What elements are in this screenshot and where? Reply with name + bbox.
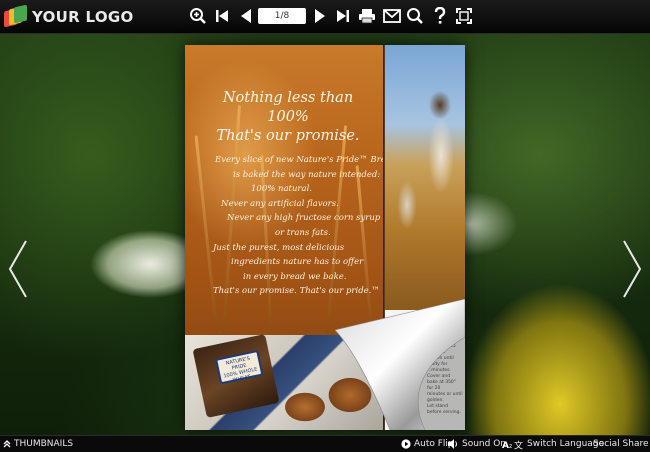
body-line: is baked the way nature intended: <box>233 169 381 180</box>
sound-toggle-button[interactable]: Sound On <box>448 438 506 450</box>
previous-page-icon[interactable] <box>236 6 256 26</box>
switch-language-button[interactable]: Az文 Switch Language <box>502 438 604 450</box>
svg-text:A: A <box>502 441 509 450</box>
social-share-button[interactable]: Social Share <box>593 438 650 450</box>
search-icon[interactable] <box>405 6 425 26</box>
page-body-text: Every slice of new Nature's Pride™ Bread… <box>207 153 385 299</box>
family-photo <box>385 45 465 310</box>
body-line: Never any high fructose corn syrup <box>227 213 381 224</box>
language-icon: Az文 <box>502 439 523 450</box>
print-icon[interactable] <box>357 6 377 26</box>
body-line: Never any artificial flavors. <box>221 198 339 209</box>
svg-text:文: 文 <box>514 439 523 450</box>
bread-bag-image: NATURE'S PRIDE 100% WHOLE WHEAT <box>192 334 280 418</box>
body-line: or trans fats. <box>275 227 331 238</box>
sound-on-label: Sound On <box>462 439 506 449</box>
speaker-icon <box>448 439 457 449</box>
fullscreen-icon[interactable] <box>454 6 474 26</box>
play-icon <box>401 439 411 449</box>
body-line: 100% natural. <box>251 184 312 195</box>
body-line: in every bread we bake. <box>243 271 347 282</box>
bottom-bar: THUMBNAILS Auto Flip Sound On Az文 Switch… <box>0 435 650 452</box>
flipbook: Nothing less than 100% That's our promis… <box>185 45 465 430</box>
thumbnails-button[interactable]: THUMBNAILS <box>3 438 73 450</box>
next-page-arrow[interactable] <box>620 239 644 299</box>
page-indicator[interactable]: 1/8 <box>258 8 306 24</box>
thumbnails-label: THUMBNAILS <box>14 439 74 449</box>
help-icon[interactable] <box>430 6 450 26</box>
top-toolbar: YOUR LOGO 1/8 <box>0 0 650 34</box>
email-icon[interactable] <box>382 6 402 26</box>
page-headline: Nothing less than 100% That's our promis… <box>203 89 373 146</box>
bag-label: NATURE'S PRIDE 100% WHOLE WHEAT <box>215 349 264 385</box>
first-page-icon[interactable] <box>212 6 232 26</box>
previous-page-arrow[interactable] <box>6 239 30 299</box>
social-share-label: Social Share <box>593 439 649 449</box>
headline-line: That's our promise. <box>216 128 360 144</box>
last-page-icon[interactable] <box>333 6 353 26</box>
zoom-in-icon[interactable] <box>188 6 208 26</box>
svg-text:z: z <box>509 443 512 450</box>
body-line: Every slice of new Nature's Pride™ Bread <box>215 155 385 165</box>
logo-text: YOUR LOGO <box>32 8 134 26</box>
headline-line: Nothing less than 100% <box>222 90 354 125</box>
logo-icon <box>4 4 28 28</box>
body-line: Just the purest, most delicious <box>213 242 345 253</box>
body-line: ingredients nature has to offer <box>231 257 364 268</box>
logo: YOUR LOGO <box>4 4 134 29</box>
next-page-icon[interactable] <box>310 6 330 26</box>
chevron-up-icon <box>3 440 11 448</box>
page-curl[interactable] <box>330 297 465 430</box>
auto-flip-button[interactable]: Auto Flip <box>401 438 454 450</box>
